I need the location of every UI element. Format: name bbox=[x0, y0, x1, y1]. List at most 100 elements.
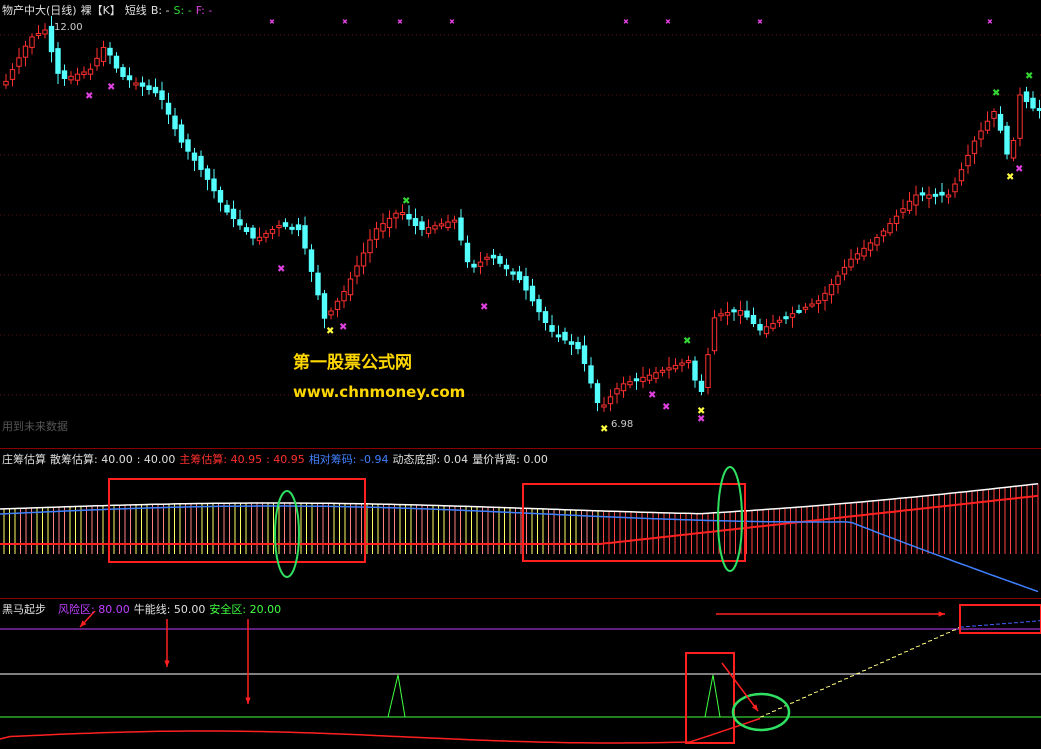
chip-item-3: : 40.95 bbox=[266, 453, 305, 466]
candle-body bbox=[542, 311, 549, 323]
rising-dash bbox=[897, 653, 903, 656]
chip-indicator-header: 庄筹估算 散筹估算: 40.00: 40.00 主筹估算: 40.95: 40.95… bbox=[2, 451, 552, 467]
candle-body bbox=[802, 306, 809, 310]
candle-body bbox=[159, 90, 165, 101]
low-price-label: 6.98 bbox=[611, 419, 634, 430]
candle-body bbox=[380, 223, 386, 232]
candle-body bbox=[971, 140, 978, 154]
rising-dash bbox=[849, 675, 855, 677]
spike-line bbox=[387, 674, 406, 718]
top-signal-marker: ✖ bbox=[623, 18, 629, 26]
candle-body bbox=[653, 372, 659, 379]
candle-body bbox=[1017, 94, 1023, 139]
candle-body bbox=[419, 221, 425, 230]
annotation-arrow-head bbox=[164, 660, 170, 667]
candle-body bbox=[217, 190, 224, 203]
candle-body bbox=[490, 254, 497, 259]
candle-body bbox=[510, 271, 516, 275]
relative-chip-line bbox=[0, 505, 1039, 593]
candle-body bbox=[282, 222, 289, 227]
mode-short[interactable]: 短线 bbox=[125, 4, 147, 17]
candle-body bbox=[211, 178, 217, 192]
chip-item-6: 量价背离: 0.00 bbox=[472, 453, 548, 466]
candle-body bbox=[152, 86, 159, 94]
candle-body bbox=[367, 239, 373, 254]
candle-body bbox=[965, 154, 971, 167]
candle-body bbox=[393, 212, 399, 219]
rising-dash bbox=[939, 634, 945, 637]
candle-body bbox=[815, 300, 822, 304]
candle-body bbox=[841, 266, 848, 275]
candle-body bbox=[549, 325, 555, 332]
candle-body bbox=[503, 264, 510, 270]
candle-body bbox=[724, 312, 731, 316]
candle-body bbox=[224, 204, 230, 213]
top-signal-marker: ✖ bbox=[987, 18, 993, 26]
dark-horse-panel[interactable]: 黑马起步 风险区: 80.00 牛能线: 50.00 安全区: 20.00 bbox=[0, 598, 1041, 749]
candle-body bbox=[776, 319, 783, 323]
signal-marker: ✖ bbox=[85, 91, 93, 102]
bull-line-label: 牛能线: 50.00 bbox=[133, 603, 206, 616]
watermark-title: 第一股票公式网 bbox=[293, 353, 412, 373]
candle-body bbox=[373, 228, 380, 240]
candle-body bbox=[302, 225, 308, 249]
rising-dash bbox=[921, 642, 927, 645]
signal-marker: ✖ bbox=[326, 326, 334, 337]
candle-body bbox=[68, 75, 74, 81]
annotation-arrow bbox=[721, 662, 759, 712]
annotation-arrow-head bbox=[938, 611, 945, 617]
candle-body bbox=[529, 285, 536, 302]
candle-body bbox=[386, 217, 393, 229]
candle-body bbox=[269, 229, 276, 234]
candle-body bbox=[1010, 140, 1017, 159]
highlight-ellipse bbox=[731, 692, 791, 732]
candle-body bbox=[770, 323, 776, 329]
rising-dash bbox=[825, 685, 831, 688]
top-signal-marker: ✖ bbox=[449, 18, 455, 26]
candle-body bbox=[523, 276, 529, 291]
rising-dash bbox=[927, 639, 933, 642]
top-signal-marker: ✖ bbox=[665, 18, 671, 26]
candle-body bbox=[100, 47, 107, 62]
signal-marker: ✖ bbox=[662, 402, 670, 413]
candle-body bbox=[620, 383, 627, 392]
candle-body bbox=[22, 45, 29, 58]
candle-body bbox=[432, 225, 438, 230]
chip-indicator-chart[interactable] bbox=[0, 449, 1041, 599]
candle-body bbox=[497, 256, 503, 264]
candle-body bbox=[406, 214, 412, 220]
candle-body bbox=[146, 85, 152, 90]
candle-body bbox=[360, 252, 367, 267]
candle-body bbox=[588, 365, 594, 384]
rising-dash bbox=[837, 680, 843, 683]
dark-horse-chart[interactable] bbox=[0, 599, 1041, 749]
main-header: 物产中大(日线) 裸【K】 短线 B: - S: - F: - bbox=[2, 2, 216, 18]
candle-body bbox=[945, 194, 952, 198]
candle-body bbox=[120, 67, 126, 78]
rising-dash bbox=[819, 688, 825, 691]
candle-body bbox=[471, 263, 477, 268]
chip-indicator-panel[interactable]: 庄筹估算 散筹估算: 40.00: 40.00 主筹估算: 40.95: 40.95… bbox=[0, 448, 1041, 599]
kline-chart[interactable]: ✖✖✖✖✖✖✖✖✖✖✖✖✖✖✖✖✖✖ ✖ ✖ ✖ ✖ ✖ ✖ ✖ bbox=[0, 0, 1041, 448]
future-data-note: 用到未来数据 bbox=[2, 420, 68, 433]
stock-title: 物产中大(日线) bbox=[2, 4, 77, 17]
candle-body bbox=[659, 369, 666, 373]
candle-body bbox=[926, 194, 932, 199]
candle-body bbox=[633, 378, 640, 382]
highlight-box bbox=[522, 483, 746, 562]
candle-body bbox=[484, 256, 490, 260]
candle-body bbox=[854, 253, 861, 260]
candlestick-panel[interactable]: ✖ ✖ ✖ ✖ ✖ ✖ ✖ ✖ ✖ ✖ ✖ ✖ ✖ ✖ ✖ ✖ ✖ ✖ ✖ ✖ ✖ ✖ ✖ ✖ ✖ 物产中大(日线) 裸【K】 短线… bbox=[0, 0, 1041, 448]
rising-dash bbox=[777, 707, 783, 710]
top-signal-marker: ✖ bbox=[757, 18, 763, 26]
signal-marker: ✖ bbox=[600, 424, 608, 435]
signal-marker: ✖ bbox=[992, 88, 1000, 99]
candle-body bbox=[887, 223, 893, 234]
rising-dash bbox=[843, 677, 849, 680]
risk-zone-label: 风险区: 80.00 bbox=[58, 603, 130, 616]
rising-dash bbox=[891, 656, 897, 659]
candle-body bbox=[958, 169, 965, 182]
dark-horse-name: 黑马起步 bbox=[2, 603, 46, 616]
signal-marker: ✖ bbox=[339, 322, 347, 333]
mode-naked-k[interactable]: 裸【K】 bbox=[81, 4, 121, 17]
